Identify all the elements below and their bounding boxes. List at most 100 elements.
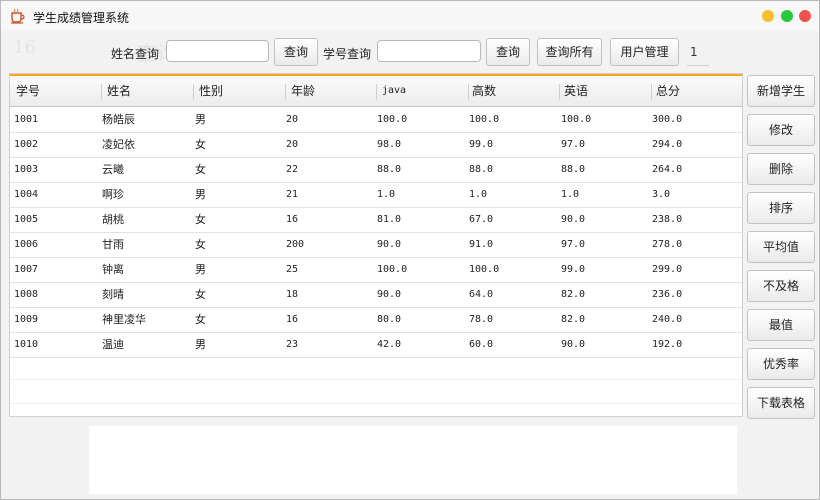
cell-math: 100.0 [469,264,500,275]
window-title: 学生成绩管理系统 [33,11,130,25]
cell-age: 25 [286,264,299,275]
cell-id: 1005 [14,214,39,225]
column-header-name[interactable]: 姓名 [107,76,131,106]
excellence-rate-button[interactable]: 优秀率 [747,348,815,380]
bottom-panel [89,426,737,494]
table-row[interactable]: 1007 钟离 男 25 100.0 100.0 99.0 299.0 [10,257,742,283]
cell-name: 杨皓辰 [102,113,135,126]
cell-name: 凌妃依 [102,138,135,151]
cell-id: 1003 [14,164,39,175]
cell-java: 81.0 [377,214,402,225]
cell-id: 1007 [14,264,39,275]
failing-button[interactable]: 不及格 [747,270,815,302]
id-query-label: 学号查询 [323,47,372,61]
cell-java: 80.0 [377,314,402,325]
average-button[interactable]: 平均值 [747,231,815,263]
title-bar[interactable]: 学生成绩管理系统 [1,1,819,31]
table-row[interactable]: 1009 神里凌华 女 16 80.0 78.0 82.0 240.0 [10,307,742,333]
minimize-icon[interactable] [762,10,774,22]
cell-total: 3.0 [652,189,671,200]
cell-java: 100.0 [377,264,408,275]
close-icon[interactable] [799,10,811,22]
cell-name: 云曦 [102,163,124,176]
table-row[interactable]: 1010 温迪 男 23 42.0 60.0 90.0 192.0 [10,332,742,358]
user-manage-button[interactable]: 用户管理 [610,38,679,66]
column-header-age[interactable]: 年龄 [291,76,315,106]
cell-math: 78.0 [469,314,494,325]
cell-english: 90.0 [561,214,586,225]
table-row[interactable]: 1005 胡桃 女 16 81.0 67.0 90.0 238.0 [10,207,742,233]
cell-id: 1008 [14,289,39,300]
cell-id: 1010 [14,339,39,350]
id-search-input[interactable] [377,40,481,62]
column-separator[interactable] [193,84,194,100]
table-row[interactable]: 1004 啊珍 男 21 1.0 1.0 1.0 3.0 [10,182,742,208]
ghost-number-1: 16 [13,37,36,58]
column-header-gender[interactable]: 性别 [199,76,223,106]
cell-age: 18 [286,289,299,300]
cell-java: 88.0 [377,164,402,175]
cell-math: 100.0 [469,114,500,125]
cell-math: 91.0 [469,239,494,250]
column-separator[interactable] [376,84,377,100]
cell-total: 236.0 [652,289,683,300]
cell-total: 278.0 [652,239,683,250]
cell-name: 胡桃 [102,213,124,226]
cell-name: 钟离 [102,263,124,276]
cell-gender: 女 [195,288,206,301]
maximize-icon[interactable] [781,10,793,22]
table-row[interactable]: 1002 凌妃依 女 20 98.0 99.0 97.0 294.0 [10,132,742,158]
cell-name: 温迪 [102,338,124,351]
cell-age: 20 [286,139,299,150]
column-separator[interactable] [651,84,652,100]
cell-total: 300.0 [652,114,683,125]
cell-age: 16 [286,314,299,325]
table-row[interactable]: 1001 杨皓辰 男 20 100.0 100.0 100.0 300.0 [10,107,742,133]
cell-gender: 女 [195,313,206,326]
cell-english: 82.0 [561,314,586,325]
cell-age: 16 [286,214,299,225]
download-table-button[interactable]: 下载表格 [747,387,815,419]
cell-java: 90.0 [377,289,402,300]
main-window: 登录功能 16 查询功能 用户管 成绩管理 部分效果 ](https://cdn… [0,0,820,500]
table-row[interactable]: 1006 甘雨 女 200 90.0 91.0 97.0 278.0 [10,232,742,258]
cell-total: 294.0 [652,139,683,150]
name-search-input[interactable] [166,40,269,62]
extremes-button[interactable]: 最值 [747,309,815,341]
table-row[interactable]: 1003 云曦 女 22 88.0 88.0 88.0 264.0 [10,157,742,183]
modify-button[interactable]: 修改 [747,114,815,146]
cell-java: 90.0 [377,239,402,250]
column-header-java[interactable]: java [382,76,406,106]
column-header-total[interactable]: 总分 [656,76,680,106]
cell-gender: 女 [195,238,206,251]
cell-gender: 男 [195,263,206,276]
column-separator[interactable] [468,84,469,100]
sort-button[interactable]: 排序 [747,192,815,224]
table-row[interactable]: 1008 刻晴 女 18 90.0 64.0 82.0 236.0 [10,282,742,308]
empty-row [10,357,742,380]
column-header-math[interactable]: 高数 [472,76,496,106]
cell-english: 97.0 [561,239,586,250]
column-header-english[interactable]: 英语 [564,76,588,106]
column-separator[interactable] [101,84,102,100]
page-number-underline [687,65,709,66]
cell-total: 238.0 [652,214,683,225]
cell-math: 99.0 [469,139,494,150]
delete-button[interactable]: 删除 [747,153,815,185]
id-query-button[interactable]: 查询 [486,38,530,66]
empty-row [10,381,742,404]
cell-name: 啊珍 [102,188,124,201]
name-query-label: 姓名查询 [111,47,160,61]
cell-english: 1.0 [561,189,580,200]
cell-id: 1006 [14,239,39,250]
cell-gender: 女 [195,213,206,226]
student-table[interactable]: 学号 姓名 性别 年龄 java 高数 英语 总分 1001 杨皓辰男 20 100.… [9,73,743,417]
column-separator[interactable] [559,84,560,100]
column-separator[interactable] [285,84,286,100]
cell-total: 264.0 [652,164,683,175]
column-header-id[interactable]: 学号 [16,76,40,106]
cell-age: 200 [286,239,305,250]
name-query-button[interactable]: 查询 [274,38,318,66]
add-student-button[interactable]: 新增学生 [747,75,815,107]
query-all-button[interactable]: 查询所有 [537,38,602,66]
